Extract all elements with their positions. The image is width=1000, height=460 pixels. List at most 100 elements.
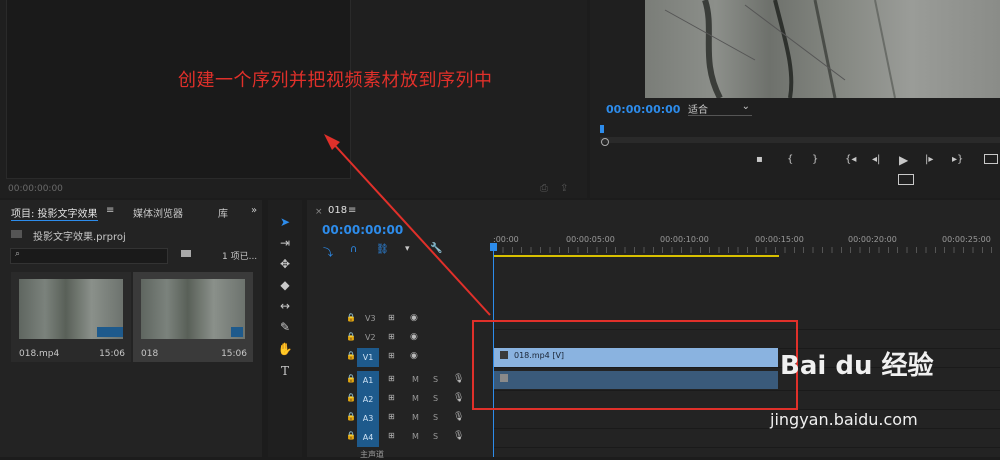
program-timecode[interactable]: 00:00:00:00 (606, 103, 680, 116)
tab-media-browser[interactable]: 媒体浏览器 (133, 205, 183, 220)
pen-tool-icon[interactable]: ✎ (276, 318, 294, 336)
project-item-sequence[interactable]: 018 15:06 (133, 272, 253, 362)
source-patch-v1[interactable]: V1 (357, 348, 379, 367)
safe-margins-icon[interactable] (898, 174, 914, 185)
mark-in-button[interactable]: { (787, 154, 793, 165)
lock-icon[interactable]: 🔒 (346, 351, 356, 360)
play-button[interactable]: ▶ (899, 153, 908, 167)
source-export-icon[interactable]: ⎙ (540, 183, 548, 194)
slip-tool-icon[interactable]: ↔ (276, 297, 294, 315)
microphone-icon[interactable]: 🎙 (453, 412, 464, 422)
eye-icon[interactable]: ◉ (410, 351, 418, 361)
lock-icon[interactable]: 🔒 (346, 393, 356, 402)
razor-tool-icon[interactable]: ◆ (276, 276, 294, 294)
ruler-label: 00:00:25:00 (942, 235, 991, 244)
project-search-input[interactable]: ⌕ (10, 248, 168, 264)
baidu-watermark-url: jingyan.baidu.com (770, 410, 918, 429)
mark-out-button[interactable]: } (812, 154, 818, 165)
clip-name: 018.mp4 (19, 349, 60, 359)
solo-button[interactable]: S (433, 375, 438, 384)
microphone-icon[interactable]: 🎙 (453, 431, 464, 441)
lock-icon[interactable]: 🔒 (346, 332, 356, 341)
ruler-label: 00:00:15:00 (755, 235, 804, 244)
go-to-in-button[interactable]: {◂ (845, 154, 856, 165)
track-label[interactable]: A1 (357, 371, 379, 390)
eye-icon[interactable]: ◉ (410, 332, 418, 342)
tutorial-annotation: 创建一个序列并把视频素材放到序列中 (178, 70, 493, 91)
hand-tool-icon[interactable]: ✋ (276, 340, 294, 358)
program-scrub-bar[interactable] (600, 137, 1000, 143)
zoom-fit-select[interactable]: 适合 ⌄ (688, 101, 752, 116)
baidu-watermark-logo: Bai du 经验 (780, 351, 934, 381)
fit-label: 适合 (688, 105, 708, 116)
chevron-down-icon: ⌄ (741, 101, 750, 112)
track-v2: 🔒 V2 ⊞ ◉ (312, 329, 490, 348)
ripple-edit-tool-icon[interactable]: ✥ (276, 255, 294, 273)
panel-menu-icon[interactable]: ≡ (106, 205, 114, 216)
panel-overflow-icon[interactable]: » (251, 205, 257, 216)
lane-a4[interactable] (493, 428, 1000, 448)
item-count: 1 项已... (222, 252, 258, 262)
go-to-out-button[interactable]: ▸} (952, 154, 963, 165)
mute-button[interactable]: M (412, 413, 419, 422)
ruler-label: 00:00:05:00 (566, 235, 615, 244)
lock-icon[interactable]: 🔒 (346, 431, 356, 440)
sync-lock-icon[interactable]: ⊞ (388, 431, 395, 440)
sequence-badge-icon (231, 327, 243, 337)
step-back-button[interactable]: ◂| (872, 154, 880, 165)
microphone-icon[interactable]: 🎙 (453, 374, 464, 384)
type-tool-icon[interactable]: T (276, 362, 294, 380)
source-timecode[interactable]: 00:00:00:00 (8, 184, 63, 194)
highlight-box (472, 320, 798, 410)
sync-lock-icon[interactable]: ⊞ (388, 412, 395, 421)
mute-button[interactable]: M (412, 432, 419, 441)
lock-icon[interactable]: 🔒 (346, 412, 356, 421)
program-video-frame (645, 0, 1000, 98)
sync-lock-icon[interactable]: ⊞ (388, 351, 395, 360)
lane-a3[interactable] (493, 409, 1000, 429)
project-folder-icon (11, 230, 22, 238)
solo-button[interactable]: S (433, 394, 438, 403)
microphone-icon[interactable]: 🎙 (453, 393, 464, 403)
program-video-image (664, 0, 896, 98)
solo-button[interactable]: S (433, 432, 438, 441)
sync-lock-icon[interactable]: ⊞ (388, 374, 395, 383)
new-bin-icon[interactable] (181, 250, 191, 257)
sequence-thumbnail (141, 279, 245, 339)
work-area-bar[interactable] (493, 255, 779, 257)
source-insert-icon[interactable]: ⇪ (560, 183, 568, 194)
track-a3: 🔒 A3 ⊞ M S 🎙 (312, 409, 490, 428)
track-select-tool-icon[interactable]: ⇥ (276, 234, 294, 252)
program-in-marker[interactable] (601, 138, 609, 146)
tab-project[interactable]: 项目: 投影文字效果 (11, 205, 98, 221)
solo-button[interactable]: S (433, 413, 438, 422)
ruler-label: 00:00:10:00 (660, 235, 709, 244)
time-ruler-ticks[interactable] (493, 247, 1000, 253)
step-forward-button[interactable]: |▸ (925, 154, 933, 165)
sync-lock-icon[interactable]: ⊞ (388, 393, 395, 402)
track-label[interactable]: A4 (357, 428, 379, 447)
track-a2: 🔒 A2 ⊞ M S 🎙 (312, 390, 490, 409)
video-audio-badge-icon (97, 327, 123, 337)
add-marker-button[interactable]: ▪ (756, 154, 763, 165)
track-label[interactable]: V2 (365, 333, 376, 342)
sync-lock-icon[interactable]: ⊞ (388, 332, 395, 341)
project-file-name: 投影文字效果.prproj (33, 232, 126, 243)
export-frame-icon[interactable] (984, 154, 998, 164)
sequence-duration: 15:06 (221, 349, 247, 359)
mute-button[interactable]: M (412, 375, 419, 384)
mute-button[interactable]: M (412, 394, 419, 403)
track-v1: 🔒 V1 ⊞ ◉ (312, 348, 490, 367)
project-item-clip[interactable]: 018.mp4 15:06 (11, 272, 131, 362)
annotation-arrow (324, 134, 491, 316)
sequence-name: 018 (141, 349, 159, 359)
lock-icon[interactable]: 🔒 (346, 374, 356, 383)
track-a4: 🔒 A4 ⊞ M S 🎙 (312, 428, 490, 447)
tab-libraries[interactable]: 库 (218, 205, 228, 220)
track-label[interactable]: A2 (357, 390, 379, 409)
track-a1: 🔒 A1 ⊞ M S 🎙 (312, 371, 490, 390)
track-label[interactable]: A3 (357, 409, 379, 428)
playhead-marker[interactable] (600, 125, 604, 133)
selection-tool-icon[interactable]: ➤ (276, 213, 294, 231)
clip-duration: 15:06 (99, 349, 125, 359)
